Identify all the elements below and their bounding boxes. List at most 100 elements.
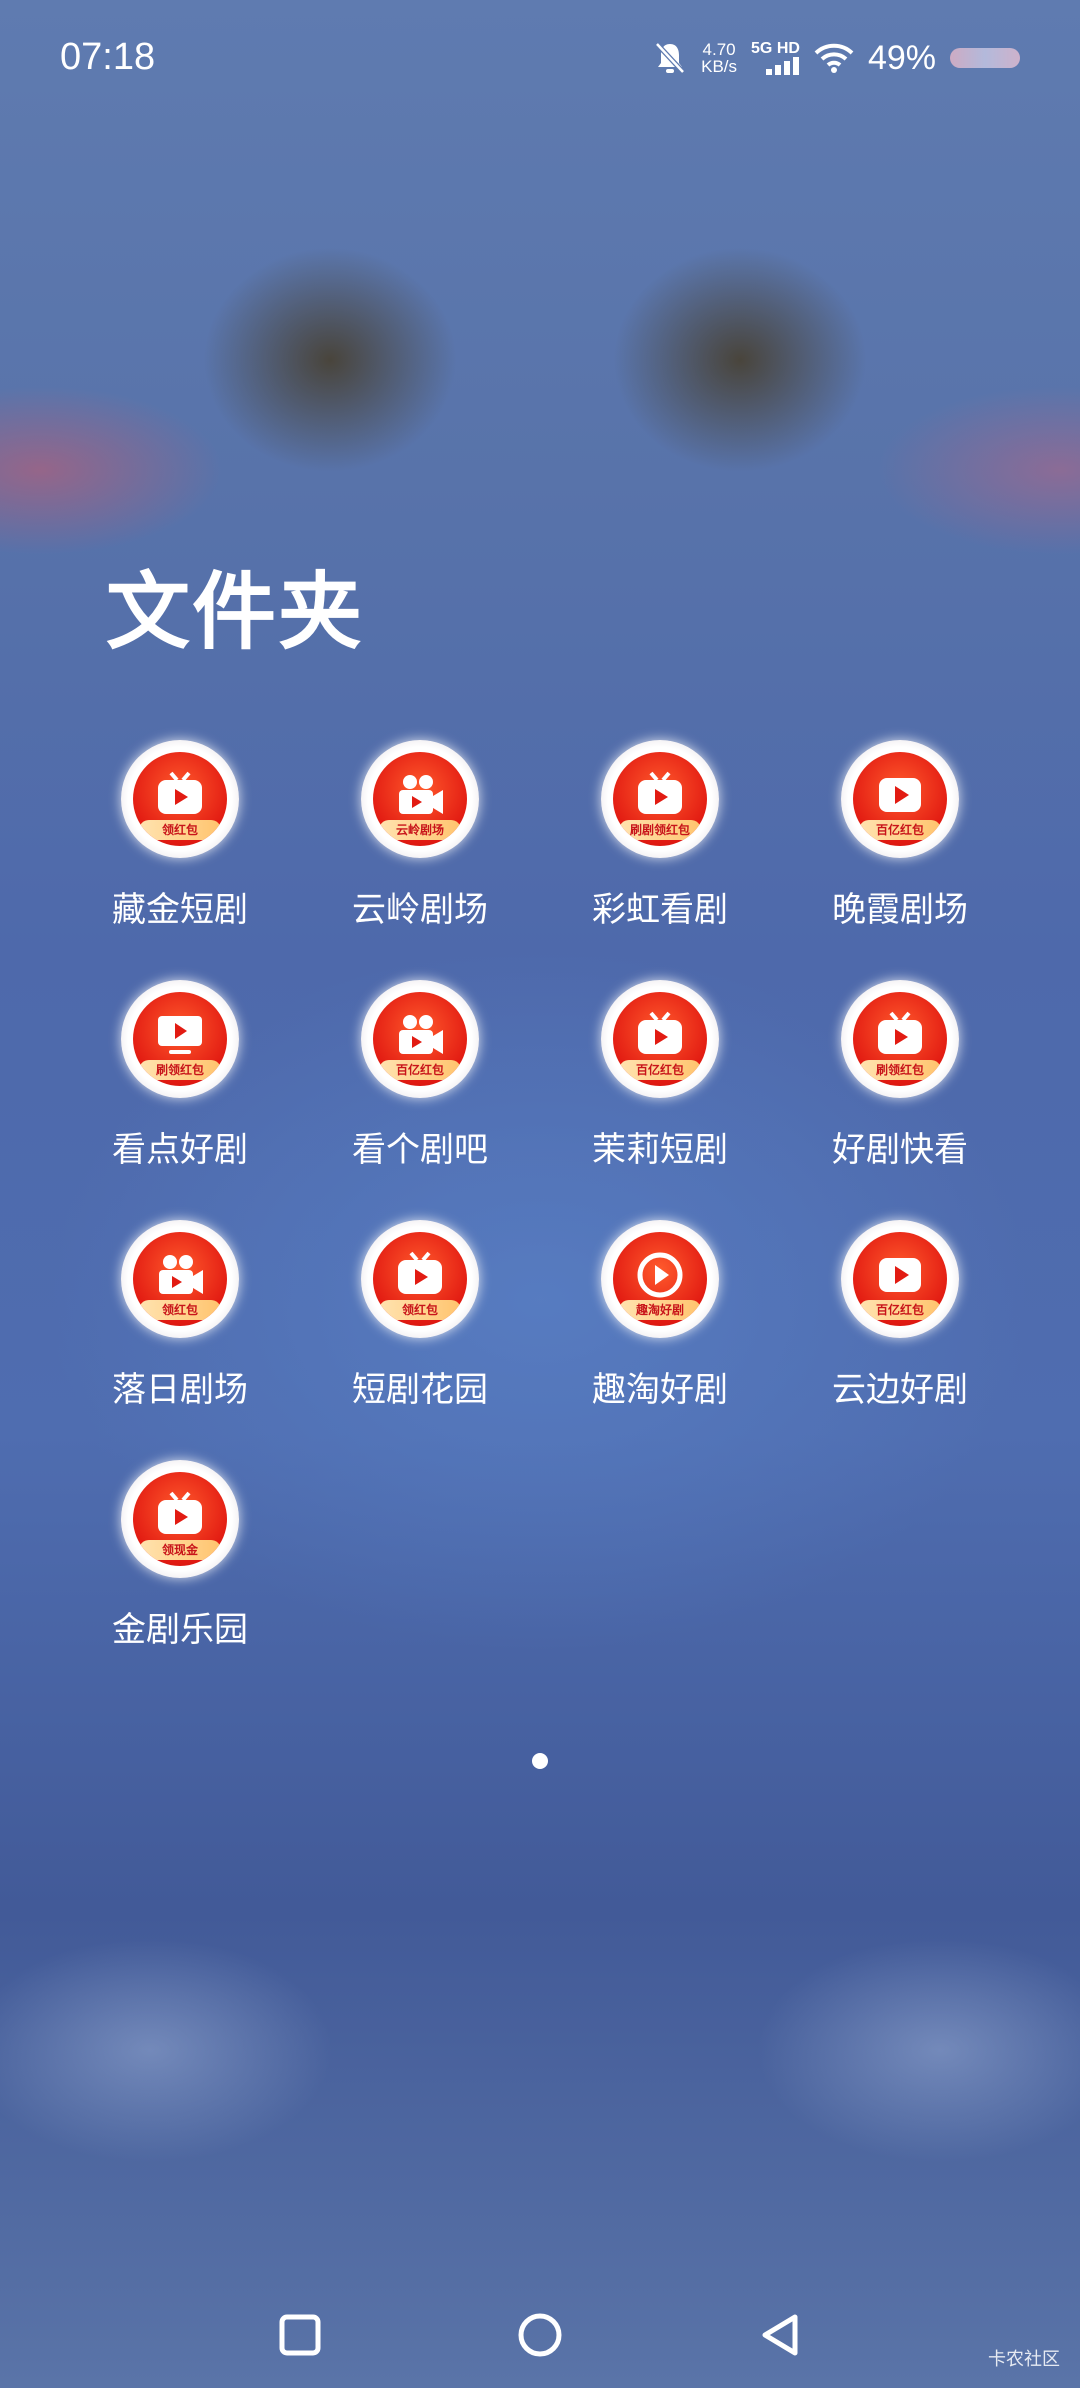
app-label: 晚霞剧场 (832, 890, 968, 930)
app-icon-item[interactable]: 领红包 藏金短剧 (60, 740, 300, 960)
clock: 07:18 (60, 36, 156, 78)
cellular: 5G HD (751, 41, 800, 75)
status-icons: 4.70 KB/s 5G HD 49% (653, 34, 1020, 82)
network-speed-unit: KB/s (701, 57, 738, 76)
triangle-back-icon (762, 2314, 798, 2356)
app-label: 云边好剧 (832, 1370, 968, 1410)
network-speed: 4.70 KB/s (701, 41, 737, 75)
app-icon-badge: 领现金 (139, 1540, 221, 1560)
video-camera-icon (399, 775, 443, 814)
tv-icon (638, 1011, 682, 1054)
battery-percent: 49% (867, 38, 936, 77)
app-icon-badge: 领红包 (379, 1300, 461, 1320)
tv-icon (638, 771, 682, 814)
play-icon (879, 778, 921, 812)
home-button[interactable] (505, 2300, 575, 2370)
app-icon-face: 刷领红包 (133, 992, 227, 1086)
app-icon-item[interactable]: 百亿红包 茉莉短剧 (540, 980, 780, 1200)
watermark-text: 卡农社区 (988, 2349, 1060, 2370)
app-label: 彩虹看剧 (592, 890, 728, 930)
app-icon-item[interactable]: 领红包 短剧花园 (300, 1220, 540, 1440)
app-icon-item[interactable]: 刷剧领红包 彩虹看剧 (540, 740, 780, 960)
app-icon[interactable]: 刷领红包 (121, 980, 239, 1098)
app-icon-badge: 百亿红包 (859, 820, 941, 840)
app-icon-badge: 刷领红包 (859, 1060, 941, 1080)
video-camera-icon (399, 1015, 443, 1054)
app-icon-item[interactable]: 刷领红包 好剧快看 (780, 980, 1020, 1200)
app-icon-item[interactable]: 领红包 落日剧场 (60, 1220, 300, 1440)
app-label: 趣淘好剧 (592, 1370, 728, 1410)
app-icon[interactable]: 领红包 (361, 1220, 479, 1338)
app-icon-item[interactable]: 刷领红包 看点好剧 (60, 980, 300, 1200)
app-icon-face: 领红包 (133, 752, 227, 846)
app-icon-badge: 云岭剧场 (379, 820, 461, 840)
app-icon-badge: 百亿红包 (619, 1060, 701, 1080)
app-icon-badge: 领红包 (139, 820, 221, 840)
app-icon-face: 趣淘好剧 (613, 1232, 707, 1326)
tv-icon (158, 771, 202, 814)
square-icon (279, 2314, 321, 2356)
app-icon-face: 百亿红包 (853, 1232, 947, 1326)
tv-icon (878, 1011, 922, 1054)
app-icon[interactable]: 百亿红包 (841, 1220, 959, 1338)
app-icon[interactable]: 领红包 (121, 740, 239, 858)
network-speed-value: 4.70 (702, 40, 736, 59)
app-icon-badge: 百亿红包 (379, 1060, 461, 1080)
app-icon-item[interactable]: 百亿红包 云边好剧 (780, 1220, 1020, 1440)
app-icon-face: 云岭剧场 (373, 752, 467, 846)
app-icon-face: 百亿红包 (853, 752, 947, 846)
app-icon[interactable]: 刷剧领红包 (601, 740, 719, 858)
app-label: 藏金短剧 (112, 890, 248, 930)
app-icon-badge: 领红包 (139, 1300, 221, 1320)
app-icon-face: 刷领红包 (853, 992, 947, 1086)
app-label: 短剧花园 (352, 1370, 488, 1410)
app-label: 看点好剧 (112, 1130, 248, 1170)
app-icon-badge: 刷领红包 (139, 1060, 221, 1080)
app-label: 茉莉短剧 (592, 1130, 728, 1170)
app-icon[interactable]: 刷领红包 (841, 980, 959, 1098)
network-type: 5G HD (751, 40, 800, 57)
navigation-bar (0, 2280, 1080, 2388)
back-button[interactable] (745, 2300, 815, 2370)
app-icon-item[interactable]: 趣淘好剧 趣淘好剧 (540, 1220, 780, 1440)
app-label: 看个剧吧 (352, 1130, 488, 1170)
app-icon[interactable]: 云岭剧场 (361, 740, 479, 858)
app-label: 金剧乐园 (112, 1610, 248, 1650)
tv-icon (158, 1491, 202, 1534)
app-icon-face: 百亿红包 (373, 992, 467, 1086)
app-icon[interactable]: 趣淘好剧 (601, 1220, 719, 1338)
app-icon[interactable]: 百亿红包 (361, 980, 479, 1098)
app-icon-item[interactable]: 领现金 金剧乐园 (60, 1460, 300, 1680)
app-icon[interactable]: 百亿红包 (841, 740, 959, 858)
status-bar: 07:18 4.70 KB/s 5G HD 49% (0, 0, 1080, 120)
app-icon-badge: 百亿红包 (859, 1300, 941, 1320)
app-icon[interactable]: 领红包 (121, 1220, 239, 1338)
app-icon[interactable]: 领现金 (121, 1460, 239, 1578)
app-icon[interactable]: 百亿红包 (601, 980, 719, 1098)
app-icon-face: 领红包 (373, 1232, 467, 1326)
app-icon-badge: 趣淘好剧 (619, 1300, 701, 1320)
folder-title: 文件夹 (106, 563, 365, 661)
app-icon-item[interactable]: 百亿红包 看个剧吧 (300, 980, 540, 1200)
circle-icon (518, 2313, 562, 2357)
tv-icon (398, 1251, 442, 1294)
play-icon (879, 1258, 921, 1292)
wifi-icon (814, 43, 854, 73)
recent-apps-button[interactable] (265, 2300, 335, 2370)
app-label: 好剧快看 (832, 1130, 968, 1170)
app-icon-face: 领红包 (133, 1232, 227, 1326)
app-icon-face: 领现金 (133, 1472, 227, 1566)
app-label: 云岭剧场 (352, 890, 488, 930)
monitor-icon (158, 1016, 202, 1054)
video-camera-icon (159, 1255, 203, 1294)
app-label: 落日剧场 (112, 1370, 248, 1410)
app-icon-badge: 刷剧领红包 (619, 820, 701, 840)
battery-icon (950, 48, 1020, 68)
circle-play-icon (637, 1252, 683, 1298)
signal-icon (765, 57, 799, 75)
app-icon-item[interactable]: 云岭剧场 云岭剧场 (300, 740, 540, 960)
bell-muted-icon (655, 42, 685, 74)
app-icon-item[interactable]: 百亿红包 晚霞剧场 (780, 740, 1020, 960)
app-icon-face: 刷剧领红包 (613, 752, 707, 846)
app-icon-face: 百亿红包 (613, 992, 707, 1086)
